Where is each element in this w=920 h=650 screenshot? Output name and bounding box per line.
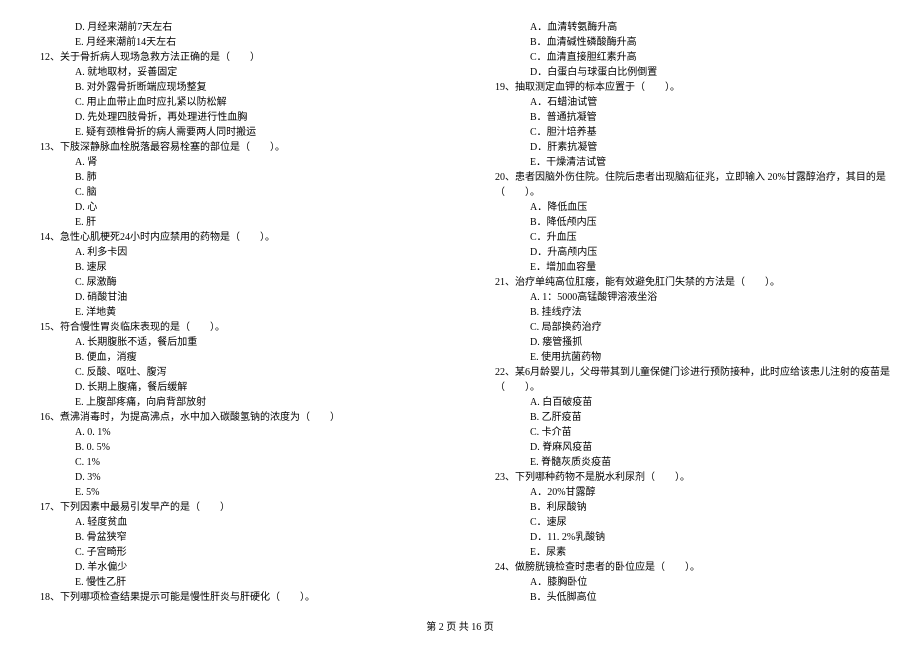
question-19: 19、抽取测定血钾的标本应置于（ ）。 bbox=[485, 80, 890, 95]
q17-option-a: A. 轻度贫血 bbox=[30, 515, 435, 530]
q14-option-e: E. 洋地黄 bbox=[30, 305, 435, 320]
q23-option-c: C．速尿 bbox=[485, 515, 890, 530]
q12-option-e: E. 疑有颈椎骨折的病人需要两人同时搬运 bbox=[30, 125, 435, 140]
question-21: 21、治疗单纯高位肛瘘，能有效避免肛门失禁的方法是（ ）。 bbox=[485, 275, 890, 290]
q16-option-c: C. 1% bbox=[30, 455, 435, 470]
question-12: 12、关于骨折病人现场急救方法正确的是（ ） bbox=[30, 50, 435, 65]
q24-option-a: A．膝胸卧位 bbox=[485, 575, 890, 590]
question-14: 14、急性心肌梗死24小时内应禁用的药物是（ ）。 bbox=[30, 230, 435, 245]
q22-option-e: E. 脊髓灰质炎疫苗 bbox=[485, 455, 890, 470]
question-16: 16、煮沸消毒时，为提高沸点，水中加入碳酸氢钠的浓度为（ ） bbox=[30, 410, 435, 425]
q19-option-a: A．石蜡油试管 bbox=[485, 95, 890, 110]
q19-option-c: C．胆汁培养基 bbox=[485, 125, 890, 140]
q18-option-d: D．白蛋白与球蛋白比例倒置 bbox=[485, 65, 890, 80]
page-footer: 第 2 页 共 16 页 bbox=[30, 620, 890, 635]
q20-option-a: A．降低血压 bbox=[485, 200, 890, 215]
q22-option-d: D. 脊麻风疫苗 bbox=[485, 440, 890, 455]
q15-option-d: D. 长期上腹痛，餐后缓解 bbox=[30, 380, 435, 395]
q14-option-b: B. 速尿 bbox=[30, 260, 435, 275]
q16-option-d: D. 3% bbox=[30, 470, 435, 485]
question-24: 24、做膀胱镜检查时患者的卧位应是（ ）。 bbox=[485, 560, 890, 575]
q20-option-e: E．增加血容量 bbox=[485, 260, 890, 275]
q13-option-c: C. 脑 bbox=[30, 185, 435, 200]
question-20: 20、患者因脑外伤住院。住院后患者出现脑疝征兆，立即输入 20%甘露醇治疗，其目… bbox=[485, 170, 890, 200]
q21-option-c: C. 局部换药治疗 bbox=[485, 320, 890, 335]
q17-option-e: E. 慢性乙肝 bbox=[30, 575, 435, 590]
right-column: A．血清转氨酶升高 B．血清碱性磷酸酶升高 C．血清直接胆红素升高 D．白蛋白与… bbox=[485, 20, 890, 605]
q14-option-d: D. 硝酸甘油 bbox=[30, 290, 435, 305]
q13-option-e: E. 肝 bbox=[30, 215, 435, 230]
q11-option-e: E. 月经来潮前14天左右 bbox=[30, 35, 435, 50]
q15-option-b: B. 便血，消瘦 bbox=[30, 350, 435, 365]
q15-option-c: C. 反酸、呕吐、腹泻 bbox=[30, 365, 435, 380]
q17-option-b: B. 骨盆狭窄 bbox=[30, 530, 435, 545]
q12-option-a: A. 就地取材，妥善固定 bbox=[30, 65, 435, 80]
q12-option-d: D. 先处理四肢骨折，再处理进行性血胸 bbox=[30, 110, 435, 125]
q20-option-c: C．升血压 bbox=[485, 230, 890, 245]
question-23: 23、下列哪种药物不是脱水利尿剂（ ）。 bbox=[485, 470, 890, 485]
question-22: 22、某6月龄婴儿，父母带其到儿童保健门诊进行预防接种，此时应给该患儿注射的疫苗… bbox=[485, 365, 890, 395]
q19-option-e: E．干燥清洁试管 bbox=[485, 155, 890, 170]
q14-option-a: A. 利多卡因 bbox=[30, 245, 435, 260]
q16-option-a: A. 0. 1% bbox=[30, 425, 435, 440]
q22-option-a: A. 白百破疫苗 bbox=[485, 395, 890, 410]
question-18: 18、下列哪项检查结果提示可能是慢性肝炎与肝硬化（ ）。 bbox=[30, 590, 435, 605]
q22-option-c: C. 卡介苗 bbox=[485, 425, 890, 440]
q23-option-b: B．利尿酸钠 bbox=[485, 500, 890, 515]
question-13: 13、下肢深静脉血栓脱落最容易栓塞的部位是（ ）。 bbox=[30, 140, 435, 155]
q21-option-e: E. 使用抗菌药物 bbox=[485, 350, 890, 365]
q16-option-b: B. 0. 5% bbox=[30, 440, 435, 455]
q23-option-d: D．11. 2%乳酸钠 bbox=[485, 530, 890, 545]
question-15: 15、符合慢性胃炎临床表现的是（ ）。 bbox=[30, 320, 435, 335]
q19-option-b: B．普通抗凝管 bbox=[485, 110, 890, 125]
q18-option-b: B．血清碱性磷酸酶升高 bbox=[485, 35, 890, 50]
q23-option-a: A．20%甘露醇 bbox=[485, 485, 890, 500]
q12-option-c: C. 用止血带止血时应扎紧以防松解 bbox=[30, 95, 435, 110]
q17-option-d: D. 羊水偏少 bbox=[30, 560, 435, 575]
q23-option-e: E．尿素 bbox=[485, 545, 890, 560]
q14-option-c: C. 尿激酶 bbox=[30, 275, 435, 290]
q13-option-b: B. 肺 bbox=[30, 170, 435, 185]
q19-option-d: D．肝素抗凝管 bbox=[485, 140, 890, 155]
q13-option-a: A. 肾 bbox=[30, 155, 435, 170]
q21-option-a: A. 1：5000高锰酸钾溶液坐浴 bbox=[485, 290, 890, 305]
q12-option-b: B. 对外露骨折断端应现场整复 bbox=[30, 80, 435, 95]
q18-option-c: C．血清直接胆红素升高 bbox=[485, 50, 890, 65]
q11-option-d: D. 月经来潮前7天左右 bbox=[30, 20, 435, 35]
q15-option-a: A. 长期腹胀不适，餐后加重 bbox=[30, 335, 435, 350]
q21-option-b: B. 挂线疗法 bbox=[485, 305, 890, 320]
q18-option-a: A．血清转氨酶升高 bbox=[485, 20, 890, 35]
q21-option-d: D. 瘘管搔抓 bbox=[485, 335, 890, 350]
q16-option-e: E. 5% bbox=[30, 485, 435, 500]
q22-option-b: B. 乙肝疫苗 bbox=[485, 410, 890, 425]
q24-option-b: B．头低脚高位 bbox=[485, 590, 890, 605]
q15-option-e: E. 上腹部疼痛，向肩背部放射 bbox=[30, 395, 435, 410]
q17-option-c: C. 子宫畸形 bbox=[30, 545, 435, 560]
q13-option-d: D. 心 bbox=[30, 200, 435, 215]
page-container: D. 月经来潮前7天左右 E. 月经来潮前14天左右 12、关于骨折病人现场急救… bbox=[30, 20, 890, 605]
question-17: 17、下列因素中最易引发早产的是（ ） bbox=[30, 500, 435, 515]
left-column: D. 月经来潮前7天左右 E. 月经来潮前14天左右 12、关于骨折病人现场急救… bbox=[30, 20, 435, 605]
q20-option-d: D．升高颅内压 bbox=[485, 245, 890, 260]
q20-option-b: B．降低颅内压 bbox=[485, 215, 890, 230]
